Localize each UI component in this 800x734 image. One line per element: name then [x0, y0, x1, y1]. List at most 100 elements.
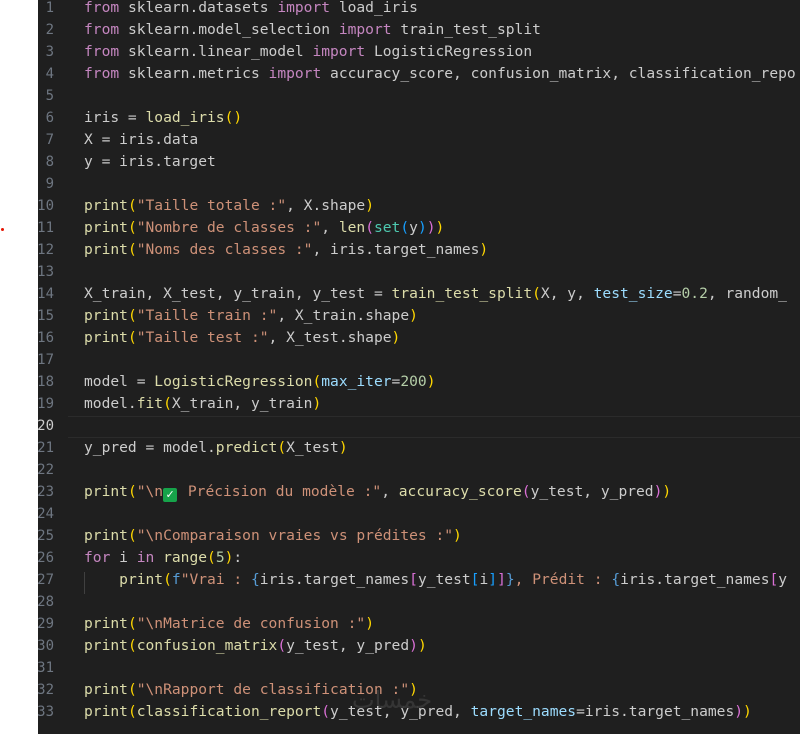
code-line[interactable]: from sklearn.datasets import load_iris [84, 0, 418, 19]
code-token: load_iris [145, 109, 225, 126]
line-number: 9 [45, 176, 54, 192]
code-line[interactable]: X_train, X_test, y_train, y_test = train… [84, 283, 787, 305]
code-line[interactable]: print("Noms des classes :", iris.target_… [84, 239, 488, 261]
code-line[interactable]: from sklearn.metrics import accuracy_sco… [84, 63, 796, 85]
line-number: 10 [37, 198, 54, 214]
code-editor[interactable]: 1 2 3 4 5 6 7 8 9 10 11 12 13 14 15 16 17 18 19 20 21 22 23 24 2… [0, 0, 800, 734]
code-token: ) [409, 307, 418, 324]
code-token: confusion_matrix [136, 637, 278, 654]
code-line[interactable]: from sklearn.model_selection import trai… [84, 19, 541, 41]
code-line[interactable]: model = LogisticRegression(max_iter=200) [84, 371, 436, 393]
code-token: () [224, 109, 243, 126]
code-token: ( [277, 439, 287, 456]
code-token: ) [734, 703, 744, 720]
code-token: LogisticRegression [365, 43, 533, 60]
line-number: 25 [37, 528, 54, 544]
code-token: X_test [286, 439, 339, 456]
code-token: "\nMatrice de confusion :" [136, 615, 366, 632]
code-token: classification_report [136, 703, 322, 720]
code-line[interactable]: from sklearn.linear_model import Logisti… [84, 41, 532, 63]
code-token: from [84, 43, 120, 60]
code-token: ( [127, 329, 137, 346]
code-token: ( [163, 395, 172, 412]
code-line[interactable]: y_pred = model.predict(X_test) [84, 437, 348, 459]
code-line[interactable]: print("\nMatrice de confusion :") [84, 613, 374, 635]
code-token: ( [207, 549, 216, 566]
code-token: { [250, 571, 260, 588]
code-token: len [338, 219, 366, 236]
code-token: ) [426, 219, 436, 236]
line-number: 6 [45, 110, 54, 126]
line-number-gutter[interactable]: 1 2 3 4 5 6 7 8 9 10 11 12 13 14 15 16 17 18 19 20 21 22 23 24 2… [37, 0, 68, 734]
code-token: print [84, 637, 128, 654]
code-line[interactable]: print(confusion_matrix(y_test, y_pred)) [84, 635, 427, 657]
code-token: print [84, 681, 128, 698]
line-number: 20 [37, 418, 54, 434]
code-line[interactable]: for i in range(5): [84, 547, 242, 569]
code-token: ] [488, 571, 498, 588]
code-token: ) [743, 703, 752, 720]
code-token: ( [127, 197, 137, 214]
code-token: ) [453, 527, 462, 544]
breakpoint-marker[interactable] [1, 228, 4, 231]
code-token: print [84, 527, 128, 544]
line-number: 16 [37, 330, 54, 346]
line-number: 3 [45, 44, 54, 60]
code-token: set [373, 219, 401, 236]
line-number: 12 [37, 242, 54, 258]
code-token: "Noms des classes :" [136, 241, 313, 258]
code-token: import [312, 43, 366, 60]
code-token: from [84, 0, 120, 16]
line-number: 4 [45, 66, 54, 82]
code-area[interactable]: from sklearn.datasets import load_iris fr… [84, 0, 800, 734]
code-line[interactable]: print("Nombre de classes :", len(set(y))… [84, 217, 444, 239]
code-token: ( [127, 615, 137, 632]
code-line[interactable]: iris = load_iris() [84, 107, 242, 129]
code-token: f [171, 571, 181, 588]
code-token: sklearn.metrics [119, 65, 269, 82]
code-token: X, y, [540, 285, 594, 302]
code-token: ) [365, 615, 374, 632]
code-token: ) [365, 197, 374, 214]
line-number: 28 [37, 594, 54, 610]
code-token: 0.2 [681, 285, 708, 302]
code-token: ) [435, 219, 445, 236]
code-line[interactable]: print("\n ✓ Précision du modèle :", accur… [84, 481, 671, 503]
code-token: , X_train.shape [277, 307, 410, 324]
code-token: y_test [417, 571, 471, 588]
code-token: , [321, 219, 339, 236]
line-number: 7 [45, 132, 54, 148]
code-token: i [479, 571, 489, 588]
code-token: accuracy_score, confusion_matrix, classi… [321, 65, 796, 82]
line-number: 14 [37, 286, 54, 302]
code-line[interactable]: X = iris.data [84, 129, 198, 151]
line-number: 1 [45, 0, 54, 16]
code-line[interactable]: print("Taille totale :", X.shape) [84, 195, 374, 217]
code-token: y = iris.target [84, 153, 216, 170]
code-token: "\nComparaison vraies vs prédites :" [136, 527, 454, 544]
code-token: ( [163, 571, 172, 588]
code-token: "\n [136, 483, 164, 500]
code-line[interactable]: print("Taille test :", X_test.shape) [84, 327, 400, 349]
line-number: 23 [37, 484, 54, 500]
code-token: ( [312, 373, 322, 390]
line-number: 22 [37, 462, 54, 478]
code-token: print [84, 483, 128, 500]
code-line[interactable]: y = iris.target [84, 151, 216, 173]
line-number: 24 [37, 506, 54, 522]
code-token: X_train, X_test, y_train, y_test = [84, 285, 392, 302]
code-token: ) [417, 219, 427, 236]
code-line[interactable]: print(f"Vrai : {iris.target_names[y_test… [84, 569, 787, 591]
code-token: X = iris.data [84, 131, 199, 148]
code-token: y_test, y_pred [286, 637, 410, 654]
watermark: خمسات [352, 686, 433, 714]
code-line[interactable]: print("Taille train :", X_train.shape) [84, 305, 418, 327]
code-token: sklearn.linear_model [119, 43, 313, 60]
code-token: sklearn.datasets [119, 0, 278, 16]
code-line[interactable]: print("\nComparaison vraies vs prédites … [84, 525, 462, 547]
code-line[interactable]: model.fit(X_train, y_train) [84, 393, 321, 415]
code-token: { [611, 571, 621, 588]
code-token: in [136, 549, 155, 566]
code-token: train_test_split [391, 21, 541, 38]
